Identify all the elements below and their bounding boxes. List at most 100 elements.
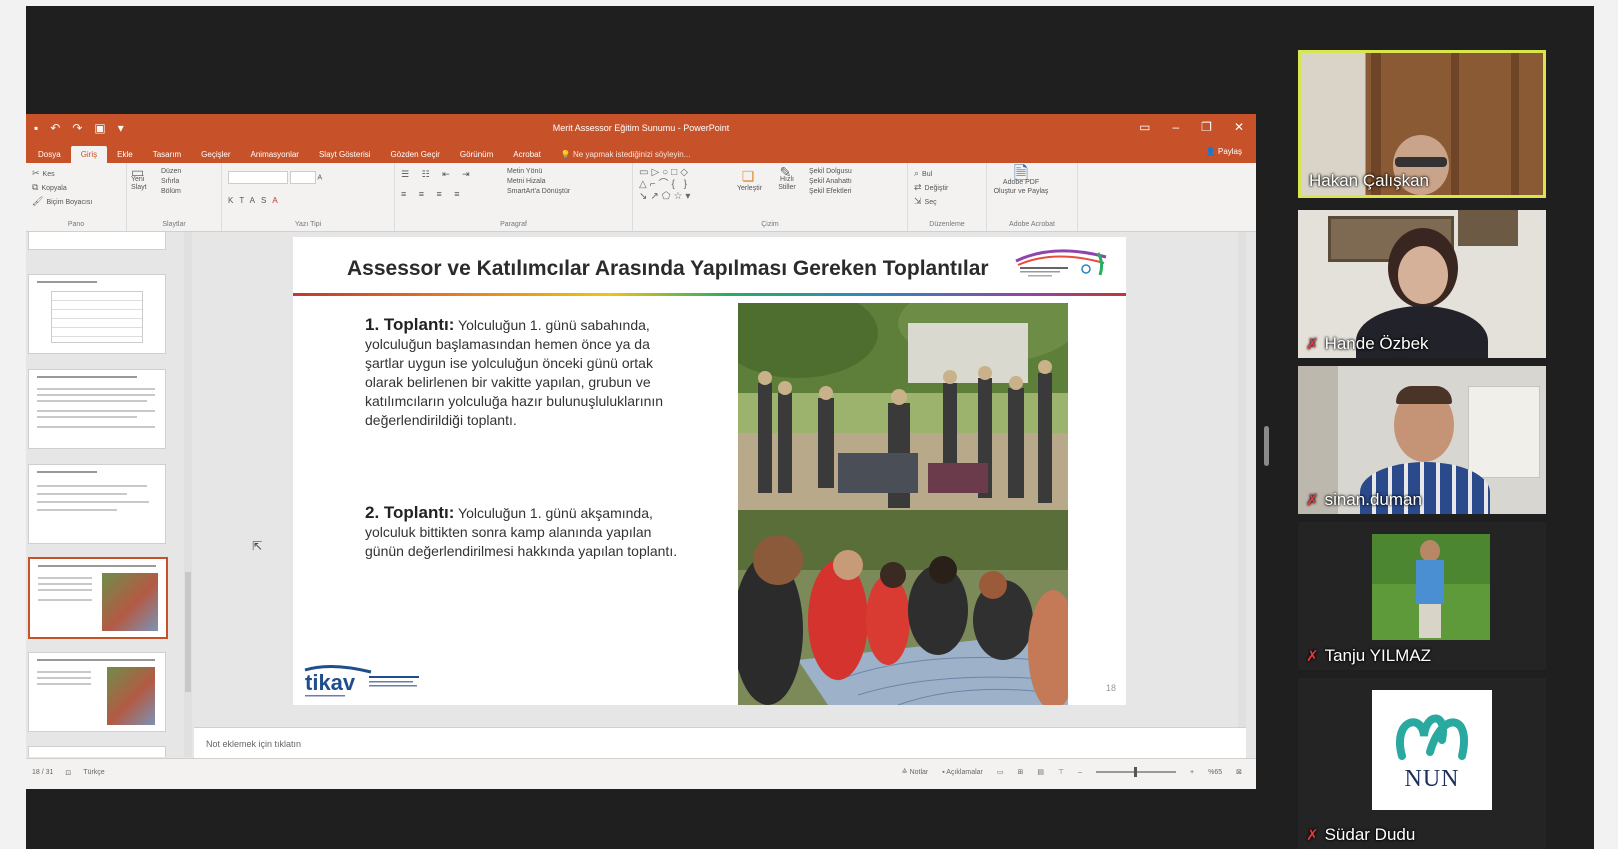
maximize-icon[interactable]: ❐ <box>1201 120 1212 134</box>
italic-icon[interactable]: T <box>239 196 249 205</box>
close-icon[interactable]: ✕ <box>1234 120 1244 134</box>
share-label: Paylaş <box>1217 147 1242 156</box>
group-paragraph: ☰ ☷ ⇤ ⇥ ≡ ≡ ≡ ≡ Metin Yönü Metni Hizala … <box>395 163 633 231</box>
underline-icon[interactable]: A <box>250 196 261 205</box>
zoom-slider[interactable] <box>1096 767 1177 777</box>
normal-view-icon[interactable]: ▭ <box>997 768 1004 776</box>
quick-styles-button[interactable]: ✎ Hızlı Stiller <box>773 165 801 192</box>
create-pdf-button[interactable]: 🗎 Adobe PDF Oluştur ve Paylaş <box>993 163 1049 196</box>
zoom-out-icon[interactable]: – <box>1078 769 1082 776</box>
participant-tile[interactable]: ✗ sinan.duman <box>1298 366 1546 514</box>
arrange-button[interactable]: ❏ Yerleştir <box>737 168 762 192</box>
tell-me-search[interactable]: 💡 Ne yapmak istediğinizi söyleyin... <box>551 146 701 163</box>
slide-thumbnail[interactable] <box>28 232 166 250</box>
format-painter-button[interactable]: 🖌 Biçim Boyacısı <box>32 196 120 207</box>
ribbon-display-icon[interactable]: ▭ <box>1139 120 1150 134</box>
new-slide-button[interactable]: ▭ Yeni Slayt <box>131 164 157 192</box>
tab-review[interactable]: Gözden Geçir <box>381 146 450 163</box>
text-direction-label: Metin Yönü <box>507 168 543 175</box>
participant-name-text: Hakan Çalışkan <box>1309 171 1430 190</box>
new-slide-icon: ▭ <box>131 164 145 180</box>
tab-transitions[interactable]: Geçişler <box>191 146 240 163</box>
tab-home[interactable]: Giriş <box>70 146 108 163</box>
zoom-in-icon[interactable]: + <box>1190 769 1194 776</box>
find-button[interactable]: ⌕ Bul <box>914 168 980 179</box>
align-text-button[interactable]: Metni Hizala <box>507 178 570 185</box>
slide-thumbnail[interactable] <box>28 652 166 732</box>
zoom-level[interactable]: %65 <box>1208 769 1222 776</box>
slide-thumbnail[interactable] <box>28 746 166 757</box>
shape-outline-button[interactable]: Şekil Anahattı <box>809 178 852 185</box>
smartart-button[interactable]: SmartArt'a Dönüştür <box>507 188 570 195</box>
shape-fill-button[interactable]: Şekil Dolgusu <box>809 168 852 175</box>
font-size-input[interactable] <box>289 171 316 184</box>
quick-styles-label: Hızlı Stiller <box>778 176 796 191</box>
list-buttons[interactable]: ☰ ☷ ⇤ ⇥ <box>401 169 475 180</box>
slide-thumbnail[interactable] <box>28 274 166 354</box>
strikethrough-icon[interactable]: S <box>261 196 272 205</box>
group-editing: ⌕ Bul ⇄ Değiştir ⇲ Seç Düzenleme <box>908 163 987 231</box>
reset-button[interactable]: Sıfırla <box>161 178 181 185</box>
participant-tile[interactable]: ✗ Hande Özbek <box>1298 210 1546 358</box>
participant-tile[interactable]: NUN ✗ Südar Dudu <box>1298 678 1546 849</box>
current-slide[interactable]: Assessor ve Katılımcılar Arasında Yapılm… <box>293 237 1126 705</box>
slide-scrollbar[interactable] <box>1238 232 1246 727</box>
slideshow-view-icon[interactable]: ⊤ <box>1058 768 1064 776</box>
fit-to-window-icon[interactable]: ⊠ <box>1236 768 1242 776</box>
tab-animations[interactable]: Animasyonlar <box>241 146 309 163</box>
share-button[interactable]: 👤 Paylaş <box>1206 147 1242 156</box>
font-name-input[interactable] <box>228 171 288 184</box>
align-buttons[interactable]: ≡ ≡ ≡ ≡ <box>401 189 465 199</box>
select-button[interactable]: ⇲ Seç <box>914 196 980 207</box>
shared-screen-powerpoint[interactable]: ▪ ↶ ↷ ▣ ▾ Merit Assessor Eğitim Sunumu -… <box>26 114 1256 789</box>
screen-share-divider-handle[interactable] <box>1264 426 1269 466</box>
slide-thumbnail[interactable] <box>28 369 166 449</box>
notes-toggle[interactable]: ≙ Notlar <box>902 768 929 776</box>
shape-fill-label: Şekil Dolgusu <box>809 168 852 175</box>
thumbnail-scrollbar[interactable] <box>184 232 192 757</box>
shape-effects-button[interactable]: Şekil Efektleri <box>809 188 852 195</box>
slide-thumbnails-panel[interactable] <box>26 232 184 757</box>
participant-tile[interactable]: ✗ Tanju YILMAZ <box>1298 522 1546 670</box>
slide-counter: 18 / 31 <box>32 769 54 776</box>
find-icon: ⌕ <box>914 168 920 178</box>
reading-view-icon[interactable]: ▤ <box>1037 768 1044 776</box>
tab-design[interactable]: Tasarım <box>143 146 191 163</box>
spellcheck-icon[interactable]: ⊡ <box>65 769 71 777</box>
tab-view[interactable]: Görünüm <box>450 146 503 163</box>
pdf-icon: 🗎 <box>1013 163 1029 183</box>
shapes-gallery[interactable]: ▭▷○□◇ △⌐⌒{ } ↘↗⬠☆▾ <box>639 167 693 203</box>
comments-toggle[interactable]: ▪ Açıklamalar <box>942 769 983 776</box>
document-title: Merit Assessor Eğitim Sunumu - PowerPoin… <box>552 123 730 133</box>
section-button[interactable]: Bölüm <box>161 188 181 195</box>
tab-file[interactable]: Dosya <box>28 146 71 163</box>
slide-thumbnail[interactable] <box>28 464 166 544</box>
participant-name-text: Hande Özbek <box>1324 334 1429 353</box>
language-indicator[interactable]: Türkçe <box>83 769 104 777</box>
zoom-meeting-window: ▪ ↶ ↷ ▣ ▾ Merit Assessor Eğitim Sunumu -… <box>26 6 1594 849</box>
text-direction-button[interactable]: Metin Yönü <box>507 168 570 175</box>
group-acrobat-label: Adobe Acrobat <box>1009 221 1055 228</box>
arrange-icon: ❏ <box>741 168 755 184</box>
copy-button[interactable]: ⧉ Kopyala <box>32 182 120 193</box>
tab-insert[interactable]: Ekle <box>107 146 143 163</box>
copy-icon: ⧉ <box>32 182 39 192</box>
minimize-icon[interactable]: – <box>1172 120 1179 134</box>
reset-label: Sıfırla <box>161 178 180 185</box>
group-drawing: ▭▷○□◇ △⌐⌒{ } ↘↗⬠☆▾ ❏ Yerleştir ✎ Hızlı Still… <box>633 163 908 231</box>
cut-button[interactable]: ✂ Kes <box>32 168 120 179</box>
bold-icon[interactable]: K <box>228 196 239 205</box>
tab-acrobat[interactable]: Acrobat <box>503 146 551 163</box>
font-color-icon[interactable]: A <box>272 196 283 205</box>
replace-button[interactable]: ⇄ Değiştir <box>914 182 980 193</box>
tab-slideshow[interactable]: Slayt Gösterisi <box>309 146 381 163</box>
notes-pane[interactable]: Not eklemek için tıklatın <box>194 727 1246 760</box>
select-label: Seç <box>924 199 937 206</box>
slide-thumbnail-current[interactable] <box>28 557 168 639</box>
participant-tile-speaking[interactable]: Hakan Çalışkan <box>1298 50 1546 198</box>
slide-sorter-icon[interactable]: ⊞ <box>1018 768 1024 776</box>
arrange-label: Yerleştir <box>737 185 763 192</box>
group-acrobat: 🗎 Adobe PDF Oluştur ve Paylaş Adobe Acro… <box>987 163 1078 231</box>
layout-button[interactable]: Düzen <box>161 168 181 175</box>
grow-font-icon[interactable]: A <box>318 174 323 181</box>
